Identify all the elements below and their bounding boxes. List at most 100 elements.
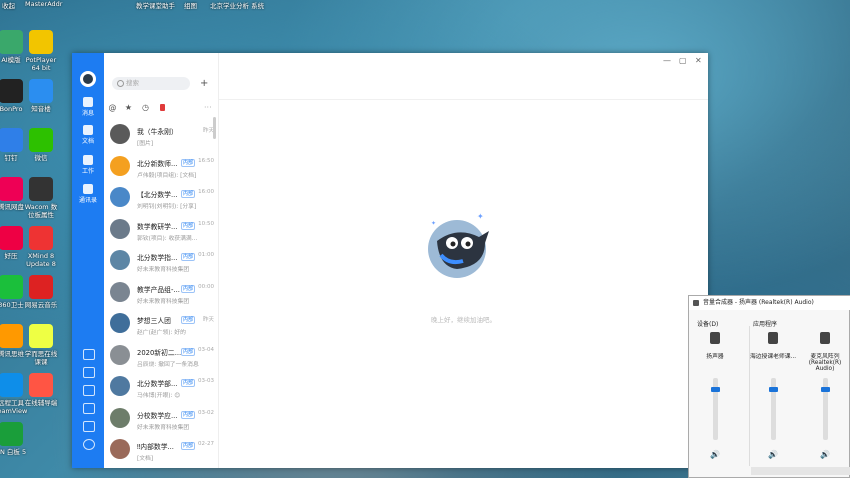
chat-avatar — [110, 376, 130, 396]
chat-name: 教学产品组-... — [137, 285, 180, 294]
mention-filter-icon[interactable]: @ — [108, 103, 117, 112]
rail-label: 消息 — [81, 110, 94, 117]
chat-name: 【北分数学... — [137, 191, 178, 199]
chat-name: 2020新初二... — [137, 348, 182, 357]
list-scrollbar[interactable] — [213, 117, 216, 139]
chat-name: ‼内部数学... — [137, 443, 174, 451]
search-icon — [117, 80, 124, 87]
tool-icon-4[interactable] — [83, 403, 95, 414]
mixer-horizontal-scrollbar[interactable] — [751, 467, 850, 475]
minimize-button[interactable]: — — [663, 56, 671, 65]
chat-time: 03-04 — [198, 346, 214, 353]
maximize-button[interactable]: ▢ — [679, 56, 687, 65]
desktop-icon[interactable]: 微信 — [24, 128, 58, 162]
chat-preview: 马伟博(开眼): 😊 — [137, 393, 181, 399]
speaker-icon — [693, 300, 699, 306]
mute-toggle-icon[interactable]: 🔊 — [710, 450, 720, 459]
app-icon — [0, 226, 23, 250]
user-avatar[interactable] — [80, 71, 96, 87]
conversation-list-pane: 搜索 + @ ★ ◷ ··· 我（牛永刚） 昨天 [图片] 北分新数师... 内部 16:… — [104, 53, 219, 468]
mixer-title-bar: 音量合成器 - 扬声器 (Realtek(R) Audio) — [689, 296, 850, 310]
desktop-icon[interactable]: 网易云音乐 — [24, 275, 58, 309]
chat-preview: 赵广(赵广领): 好的 — [137, 330, 186, 336]
internal-badge: 内部 — [181, 221, 196, 230]
volume-slider-thumb[interactable] — [769, 387, 778, 393]
rail-item-work[interactable]: 工作 — [72, 155, 104, 175]
app-icon — [0, 275, 23, 299]
chat-list-item[interactable]: 北分数学指... 内部 01:00 好未来教育科技集团 — [104, 246, 218, 277]
chat-list-item[interactable]: 北分新数师... 内部 16:50 卢伟毅(项目组): [文档] — [104, 152, 218, 183]
chat-name: 北分新数师... — [137, 159, 178, 168]
svg-text:✦: ✦ — [431, 220, 436, 227]
mixer-divider — [749, 326, 750, 466]
mascot-illustration: ✦ ✦ — [428, 212, 489, 278]
search-input[interactable]: 搜索 — [112, 77, 190, 90]
desktop-icon[interactable]: 学而思在线课课 — [24, 324, 58, 366]
chat-avatar — [110, 218, 130, 239]
volume-slider-thumb[interactable] — [711, 387, 720, 393]
grid-icon — [83, 155, 93, 165]
conversation-content-pane: — ▢ ✕ ✦ ✦ 晚上好，继续加油吧。 — [219, 53, 708, 468]
recent-filter-icon[interactable]: ◷ — [141, 103, 150, 112]
desktop-icon[interactable]: 知音楼 — [24, 79, 58, 113]
rail-label: 通讯录 — [78, 197, 97, 204]
mute-toggle-icon[interactable]: 🔊 — [768, 450, 778, 459]
app-icon — [29, 275, 53, 299]
chat-time: 02-27 — [198, 441, 214, 447]
chat-time: 03-03 — [198, 378, 214, 384]
desktop-icon[interactable]: 在线辅导端 — [24, 373, 58, 407]
rail-label: 文档 — [81, 138, 94, 145]
app-icon — [29, 128, 53, 152]
chat-list-item[interactable]: 教学产品组-... 内部 00:00 好未来教育科技集团 — [104, 278, 218, 309]
unread-filter-icon[interactable] — [158, 103, 167, 112]
app-icon — [29, 226, 53, 250]
desktop-icon-label: XMind 8 Update 8 — [26, 252, 56, 268]
settings-icon[interactable] — [83, 439, 95, 450]
desktop-icon[interactable]: Wacom 数位板属性 — [24, 177, 58, 219]
mute-toggle-icon[interactable]: 🔊 — [820, 450, 830, 459]
tool-icon-3[interactable] — [83, 385, 95, 396]
desktop-icon[interactable]: EN 白板 5 — [0, 422, 28, 456]
volume-slider-thumb[interactable] — [821, 387, 830, 393]
more-icon[interactable]: ··· — [204, 103, 212, 112]
chat-list-item[interactable]: 分校数学应... 内部 03-02 好未来教育科技集团 — [104, 404, 218, 435]
rail-item-contacts[interactable]: 通讯录 — [72, 184, 104, 204]
tool-icon-1[interactable] — [83, 349, 95, 360]
internal-badge: 内部 — [181, 158, 196, 167]
chat-preview: 刘明钊(刘明钊): [分享] — [137, 204, 197, 210]
app-icon — [29, 177, 53, 201]
chat-list-item[interactable]: 数学教研学... 内部 10:50 郭钦(项目): 收获满满... — [104, 215, 218, 246]
chat-list-item[interactable]: 2020新初二... 内部 03-04 吕辰烧: 撤回了一条消息 — [104, 341, 218, 372]
desktop-icon[interactable]: PotPlayer 64 bit — [24, 30, 58, 72]
chat-avatar — [110, 155, 130, 176]
chat-list-item[interactable]: 我（牛永刚） 昨天 [图片] — [104, 120, 218, 151]
internal-badge: 内部 — [181, 284, 196, 293]
tool-icon-5[interactable] — [83, 421, 95, 432]
star-filter-icon[interactable]: ★ — [124, 103, 133, 112]
chat-time: 01:00 — [198, 252, 214, 258]
empty-state-text: 晚上好，继续加油吧。 — [431, 316, 496, 324]
app-icon — [29, 324, 53, 348]
chat-time: 10:50 — [198, 220, 214, 227]
rail-item-docs[interactable]: 文档 — [72, 125, 104, 145]
chat-list-item[interactable]: 梦想三人团 内部 昨天 赵广(赵广领): 好的 — [104, 309, 218, 340]
close-button[interactable]: ✕ — [695, 56, 702, 65]
svg-text:✦: ✦ — [477, 212, 484, 221]
chat-time: 03-02 — [198, 409, 214, 416]
desktop-icon-label: 知音楼 — [31, 105, 51, 113]
desktop-icon-label: 微信 — [34, 154, 48, 162]
internal-badge: 内部 — [181, 379, 196, 387]
desktop-icon-label: PotPlayer 64 bit — [25, 56, 57, 72]
desktop-icon[interactable]: XMind 8 Update 8 — [24, 226, 58, 268]
chat-name: 北分数学部... — [137, 380, 178, 388]
app-icon — [29, 79, 53, 103]
internal-badge: 内部 — [181, 442, 196, 450]
chat-list-item[interactable]: 【北分数学... 内部 16:00 刘明钊(刘明钊): [分享] — [104, 183, 218, 214]
chat-list-item[interactable]: 北分数学部... 内部 03-03 马伟博(开眼): 😊 — [104, 372, 218, 403]
speaker-device-icon — [710, 332, 720, 344]
add-button[interactable]: + — [200, 77, 208, 90]
rail-item-messages[interactable]: 消息 — [72, 97, 104, 117]
tool-icon-2[interactable] — [83, 367, 95, 378]
chat-list-item[interactable]: ‼内部数学... 内部 02-27 [文档] — [104, 435, 218, 466]
chat-preview: [文档] — [137, 456, 154, 462]
